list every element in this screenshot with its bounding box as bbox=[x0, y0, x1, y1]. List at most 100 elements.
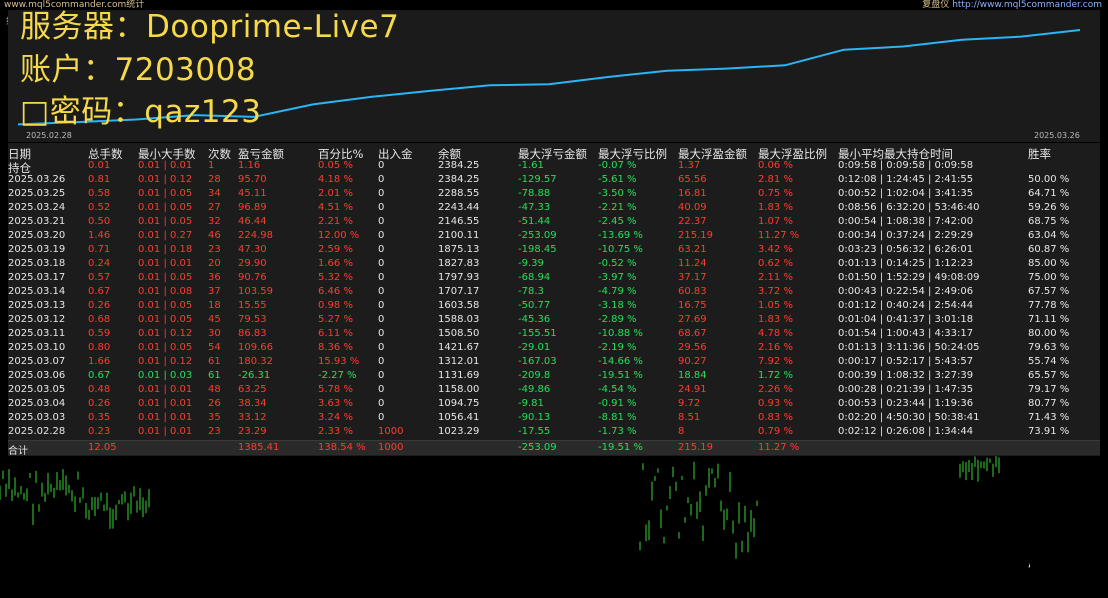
cell-total-lots: 0.24 bbox=[88, 258, 111, 269]
table-row: 2025.03.03 0.35 0.01 | 0.01 35 33.12 3.24 % 0 1… bbox=[8, 411, 1100, 425]
table-row: 2025.03.13 0.26 0.01 | 0.05 18 15.55 0.98 % 0 1… bbox=[8, 299, 1100, 313]
table-row: 2025.03.10 0.80 0.01 | 0.05 54 109.66 8.36 % 0… bbox=[8, 341, 1100, 355]
cell-max-float-loss-pct: -10.75 % bbox=[598, 244, 643, 255]
top-right-label: 复盘仪 bbox=[922, 0, 950, 10]
total-max-float-profit-pct: 11.27 % bbox=[758, 442, 800, 453]
cell-percent: 12.00 % bbox=[318, 230, 360, 241]
table-row: 2025.03.24 0.52 0.01 | 0.05 27 96.89 4.51 % 0 2… bbox=[8, 201, 1100, 215]
cell-max-float-profit-pct: 1.83 % bbox=[758, 202, 793, 213]
cell-percent: 2.59 % bbox=[318, 244, 353, 255]
cell-date: 2025.02.28 bbox=[8, 426, 66, 437]
cell-hold-time: 0:01:04 | 0:41:37 | 3:01:18 bbox=[838, 314, 974, 325]
cell-max-float-profit: 40.09 bbox=[678, 202, 707, 213]
cell-deposit: 0 bbox=[378, 188, 385, 199]
table-row: 2025.03.17 0.57 0.01 | 0.05 36 90.76 5.32 % 0 1… bbox=[8, 271, 1100, 285]
cell-hold-time: 0:00:39 | 1:08:32 | 3:27:39 bbox=[838, 370, 974, 381]
cell-percent: 0.98 % bbox=[318, 300, 353, 311]
cell-min-max-lots: 0.01 | 0.12 bbox=[138, 174, 193, 185]
website-link[interactable]: http://www.mql5commander.com bbox=[952, 0, 1102, 10]
cell-total-lots: 0.58 bbox=[88, 188, 111, 199]
cell-count: 30 bbox=[208, 328, 221, 339]
overlay-password: □密码：qaz123 bbox=[20, 97, 261, 128]
cell-max-float-loss: -1.61 bbox=[518, 160, 544, 171]
cell-date: 2025.03.06 bbox=[8, 370, 66, 381]
cell-hold-time: 0:01:12 | 0:40:24 | 2:54:44 bbox=[838, 300, 974, 311]
cell-percent: 2.01 % bbox=[318, 188, 353, 199]
cell-deposit: 0 bbox=[378, 272, 385, 283]
cell-date: 2025.03.17 bbox=[8, 272, 66, 283]
cell-deposit: 1000 bbox=[378, 426, 404, 437]
cell-max-float-profit-pct: 0.93 % bbox=[758, 398, 793, 409]
cell-max-float-profit-pct: 1.83 % bbox=[758, 314, 793, 325]
cell-percent: 5.32 % bbox=[318, 272, 353, 283]
cell-max-float-loss: -9.81 bbox=[518, 398, 544, 409]
cell-count: 54 bbox=[208, 342, 221, 353]
cell-balance: 1508.50 bbox=[438, 328, 480, 339]
cell-deposit: 0 bbox=[378, 258, 385, 269]
top-right-info: 复盘仪 http://www.mql5commander.com bbox=[922, 0, 1102, 10]
cell-date: 2025.03.20 bbox=[8, 230, 66, 241]
total-deposit: 1000 bbox=[378, 442, 404, 453]
cell-deposit: 0 bbox=[378, 412, 385, 423]
cell-hold-time: 0:01:50 | 1:52:29 | 49:08:09 bbox=[838, 272, 980, 283]
cell-max-float-loss-pct: -14.66 % bbox=[598, 356, 643, 367]
cell-date: 2025.03.07 bbox=[8, 356, 66, 367]
cell-profit: 224.98 bbox=[238, 230, 273, 241]
cell-max-float-profit: 11.24 bbox=[678, 258, 707, 269]
cell-profit: 29.90 bbox=[238, 258, 267, 269]
cell-max-float-loss: -29.01 bbox=[518, 342, 551, 353]
cell-hold-time: 0:08:56 | 6:32:20 | 53:46:40 bbox=[838, 202, 980, 213]
cell-max-float-profit: 60.83 bbox=[678, 286, 707, 297]
cell-max-float-loss-pct: -3.50 % bbox=[598, 188, 637, 199]
cell-profit: 63.25 bbox=[238, 384, 267, 395]
cell-win-rate: 59.26 % bbox=[1028, 202, 1070, 213]
cell-balance: 1421.67 bbox=[438, 342, 480, 353]
cell-profit: 1.16 bbox=[238, 160, 261, 171]
cell-win-rate: 67.57 % bbox=[1028, 286, 1070, 297]
table-row: 2025.03.21 0.50 0.01 | 0.05 32 46.44 2.21 % 0 2… bbox=[8, 215, 1100, 229]
cell-max-float-profit-pct: 0.83 % bbox=[758, 412, 793, 423]
chart-end-date: 2025.03.26 bbox=[1032, 131, 1082, 140]
cell-max-float-loss-pct: -2.89 % bbox=[598, 314, 637, 325]
cell-win-rate: 73.91 % bbox=[1028, 426, 1070, 437]
password-box-glyph: □ bbox=[20, 94, 50, 130]
table-row: 2025.03.06 0.67 0.01 | 0.03 61 -26.31 -2.27 %… bbox=[8, 369, 1100, 383]
cell-max-float-loss: -45.36 bbox=[518, 314, 551, 325]
cell-max-float-profit-pct: 2.11 % bbox=[758, 272, 793, 283]
cell-total-lots: 0.50 bbox=[88, 216, 111, 227]
cell-date: 2025.03.12 bbox=[8, 314, 66, 325]
cell-percent: 4.51 % bbox=[318, 202, 353, 213]
cell-max-float-loss-pct: -3.18 % bbox=[598, 300, 637, 311]
cell-max-float-profit-pct: 3.42 % bbox=[758, 244, 793, 255]
table-row: 2025.03.12 0.68 0.01 | 0.05 45 79.53 5.27 % 0 1… bbox=[8, 313, 1100, 327]
cell-hold-time: 0:02:12 | 0:26:08 | 1:34:44 bbox=[838, 426, 974, 437]
cell-max-float-profit: 63.21 bbox=[678, 244, 707, 255]
cell-deposit: 0 bbox=[378, 202, 385, 213]
cell-win-rate: 79.17 % bbox=[1028, 384, 1070, 395]
cell-win-rate: 64.71 % bbox=[1028, 188, 1070, 199]
cell-hold-time: 0:01:13 | 0:14:25 | 1:12:23 bbox=[838, 258, 974, 269]
cell-max-float-profit-pct: 3.72 % bbox=[758, 286, 793, 297]
total-percent: 138.54 % bbox=[318, 442, 366, 453]
cell-count: 18 bbox=[208, 300, 221, 311]
cell-win-rate: 80.77 % bbox=[1028, 398, 1070, 409]
table-row: 2025.03.19 0.71 0.01 | 0.18 23 47.30 2.59 % 0 1… bbox=[8, 243, 1100, 257]
cell-min-max-lots: 0.01 | 0.08 bbox=[138, 286, 193, 297]
cell-percent: 5.27 % bbox=[318, 314, 353, 325]
cell-max-float-profit-pct: 4.78 % bbox=[758, 328, 793, 339]
cell-max-float-loss: -49.86 bbox=[518, 384, 551, 395]
cell-profit: 95.70 bbox=[238, 174, 267, 185]
cell-percent: 3.24 % bbox=[318, 412, 353, 423]
cell-count: 61 bbox=[208, 356, 221, 367]
table-row: 2025.03.11 0.59 0.01 | 0.12 30 86.83 6.11 % 0 1… bbox=[8, 327, 1100, 341]
cell-balance: 1131.69 bbox=[438, 370, 480, 381]
cell-max-float-loss: -209.8 bbox=[518, 370, 551, 381]
cell-max-float-profit-pct: 1.07 % bbox=[758, 216, 793, 227]
cell-total-lots: 0.67 bbox=[88, 370, 111, 381]
total-max-float-loss-pct: -19.51 % bbox=[598, 442, 643, 453]
cell-min-max-lots: 0.01 | 0.05 bbox=[138, 314, 193, 325]
cell-max-float-profit: 37.17 bbox=[678, 272, 707, 283]
cell-max-float-loss-pct: -2.45 % bbox=[598, 216, 637, 227]
cell-percent: 3.63 % bbox=[318, 398, 353, 409]
cell-max-float-loss-pct: -13.69 % bbox=[598, 230, 643, 241]
